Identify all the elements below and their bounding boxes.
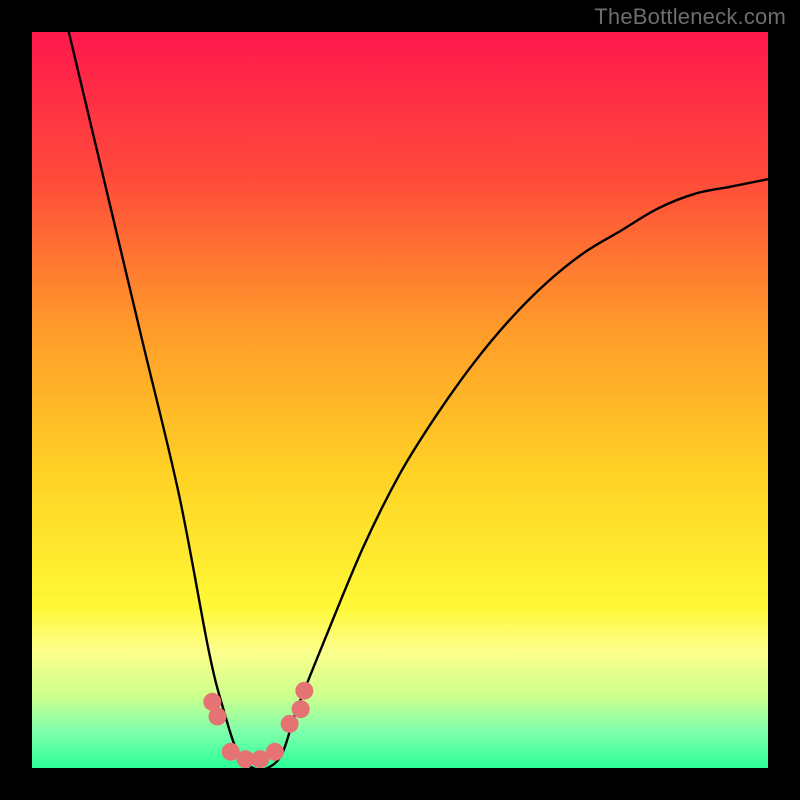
plot-background (32, 32, 768, 768)
watermark-text: TheBottleneck.com (594, 4, 786, 30)
highlight-marker (292, 700, 310, 718)
highlight-marker (266, 743, 284, 761)
chart-frame: TheBottleneck.com (0, 0, 800, 800)
highlight-marker (281, 715, 299, 733)
highlight-marker (208, 707, 226, 725)
bottleneck-chart (32, 32, 768, 768)
highlight-marker (295, 682, 313, 700)
